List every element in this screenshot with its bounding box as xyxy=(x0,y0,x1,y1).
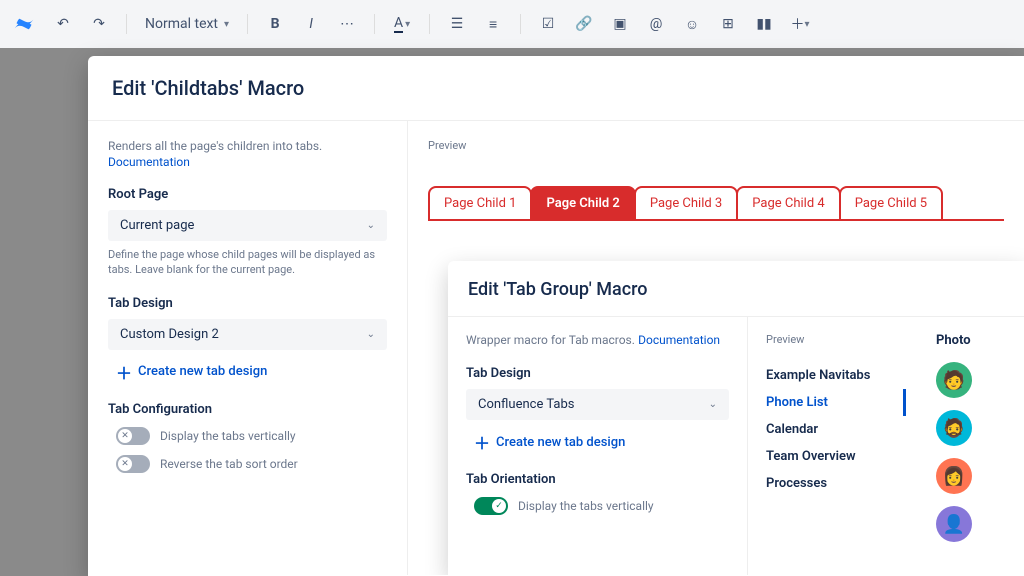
separator xyxy=(520,14,521,34)
create-tab-design-label: Create new tab design xyxy=(138,364,267,379)
vertical-toggle-label: Display the tabs vertically xyxy=(160,429,296,443)
separator xyxy=(126,14,127,34)
tab-design-label: Tab Design xyxy=(108,296,387,311)
vertical-tabs: Example Navitabs Phone List Calendar Tea… xyxy=(766,362,906,497)
inner-vertical-toggle[interactable]: ✓ xyxy=(474,497,508,515)
chevron-down-icon: ⌄ xyxy=(367,329,375,340)
editor-toolbar: ↶ ↷ Normal text ▾ B I ⋯ A▾ ☰ ≡ ☑ 🔗 ▣ @ ☺… xyxy=(0,0,1024,48)
inner-orientation-label: Tab Orientation xyxy=(466,472,729,487)
vertical-tab[interactable]: Example Navitabs xyxy=(766,362,906,389)
mention-icon[interactable]: @ xyxy=(647,15,665,33)
preview-panel: Preview Page Child 1 Page Child 2 Page C… xyxy=(408,121,1024,575)
inner-documentation-link[interactable]: Documentation xyxy=(638,333,720,347)
inner-preview-label: Preview xyxy=(766,333,906,346)
separator xyxy=(374,14,375,34)
separator xyxy=(247,14,248,34)
preview-tab[interactable]: Page Child 3 xyxy=(634,186,738,219)
preview-tab[interactable]: Page Child 2 xyxy=(530,186,635,219)
inner-tab-design-select[interactable]: Confluence Tabs ⌄ xyxy=(466,389,729,420)
vertical-tab[interactable]: Processes xyxy=(766,470,906,497)
chevron-down-icon: ⌄ xyxy=(367,220,375,231)
chevron-down-icon: ▾ xyxy=(224,19,229,30)
preview-tab[interactable]: Page Child 1 xyxy=(428,186,532,219)
config-panel: Renders all the page's children into tab… xyxy=(88,121,408,575)
inner-preview-panel: Preview Example Navitabs Phone List Cale… xyxy=(748,317,1024,575)
numbered-list-icon[interactable]: ≡ xyxy=(484,15,502,33)
more-formatting-icon[interactable]: ⋯ xyxy=(338,15,356,33)
italic-icon[interactable]: I xyxy=(302,15,320,33)
insert-icon[interactable]: ＋▾ xyxy=(791,15,809,33)
vertical-tab[interactable]: Calendar xyxy=(766,416,906,443)
link-icon[interactable]: 🔗 xyxy=(575,15,593,33)
tab-config-label: Tab Configuration xyxy=(108,402,387,417)
modal-title: Edit 'Childtabs' Macro xyxy=(88,56,1024,121)
inner-create-tab-design-link[interactable]: ＋ Create new tab design xyxy=(466,430,729,454)
vertical-toggle[interactable]: ✕ xyxy=(116,427,150,445)
root-page-select[interactable]: Current page ⌄ xyxy=(108,210,387,241)
avatar: 🧑 xyxy=(936,362,972,398)
macro-editor-modal: Edit 'Childtabs' Macro Renders all the p… xyxy=(88,56,1024,576)
inner-tab-design-value: Confluence Tabs xyxy=(478,397,574,412)
tab-design-select[interactable]: Custom Design 2 ⌄ xyxy=(108,319,387,350)
preview-tab[interactable]: Page Child 5 xyxy=(839,186,943,219)
root-page-value: Current page xyxy=(120,218,194,233)
emoji-icon[interactable]: ☺ xyxy=(683,15,701,33)
plus-icon: ＋ xyxy=(474,430,490,454)
avatar: 👤 xyxy=(936,506,972,542)
text-color-icon[interactable]: A▾ xyxy=(393,15,411,33)
bold-icon[interactable]: B xyxy=(266,15,284,33)
text-style-label: Normal text xyxy=(145,16,218,32)
column-header: Photo xyxy=(936,333,1006,348)
tabgroup-editor-modal: Edit 'Tab Group' Macro Wrapper macro for… xyxy=(448,261,1024,575)
inner-modal-title: Edit 'Tab Group' Macro xyxy=(448,261,1024,317)
separator xyxy=(429,14,430,34)
preview-tab[interactable]: Page Child 4 xyxy=(736,186,840,219)
root-page-hint: Define the page whose child pages will b… xyxy=(108,247,387,278)
reverse-toggle[interactable]: ✕ xyxy=(116,455,150,473)
inner-config-panel: Wrapper macro for Tab macros. Documentat… xyxy=(448,317,748,575)
layouts-icon[interactable]: ▮▮ xyxy=(755,15,773,33)
avatar: 🧔 xyxy=(936,410,972,446)
bullet-list-icon[interactable]: ☰ xyxy=(448,15,466,33)
inner-description: Wrapper macro for Tab macros. xyxy=(466,333,635,347)
vertical-tab[interactable]: Phone List xyxy=(766,389,906,416)
preview-label: Preview xyxy=(428,139,1004,152)
tab-design-value: Custom Design 2 xyxy=(120,327,219,342)
confluence-logo xyxy=(12,12,36,36)
plus-icon: ＋ xyxy=(116,360,132,384)
create-tab-design-link[interactable]: ＋ Create new tab design xyxy=(108,360,387,384)
reverse-toggle-label: Reverse the tab sort order xyxy=(160,457,298,471)
image-icon[interactable]: ▣ xyxy=(611,15,629,33)
macro-description: Renders all the page's children into tab… xyxy=(108,139,387,153)
redo-icon[interactable]: ↷ xyxy=(90,15,108,33)
vertical-tab[interactable]: Team Overview xyxy=(766,443,906,470)
documentation-link[interactable]: Documentation xyxy=(108,155,387,169)
inner-create-tab-design-label: Create new tab design xyxy=(496,435,625,450)
inner-vertical-toggle-label: Display the tabs vertically xyxy=(518,499,654,513)
chevron-down-icon: ⌄ xyxy=(709,399,717,410)
childtabs-preview: Page Child 1 Page Child 2 Page Child 3 P… xyxy=(428,186,1004,221)
undo-icon[interactable]: ↶ xyxy=(54,15,72,33)
table-icon[interactable]: ⊞ xyxy=(719,15,737,33)
inner-preview-content: Photo 🧑 🧔 👩 👤 xyxy=(936,333,1006,559)
text-style-dropdown[interactable]: Normal text ▾ xyxy=(145,16,229,32)
inner-tab-design-label: Tab Design xyxy=(466,366,729,381)
action-item-icon[interactable]: ☑ xyxy=(539,15,557,33)
root-page-label: Root Page xyxy=(108,187,387,202)
avatar: 👩 xyxy=(936,458,972,494)
